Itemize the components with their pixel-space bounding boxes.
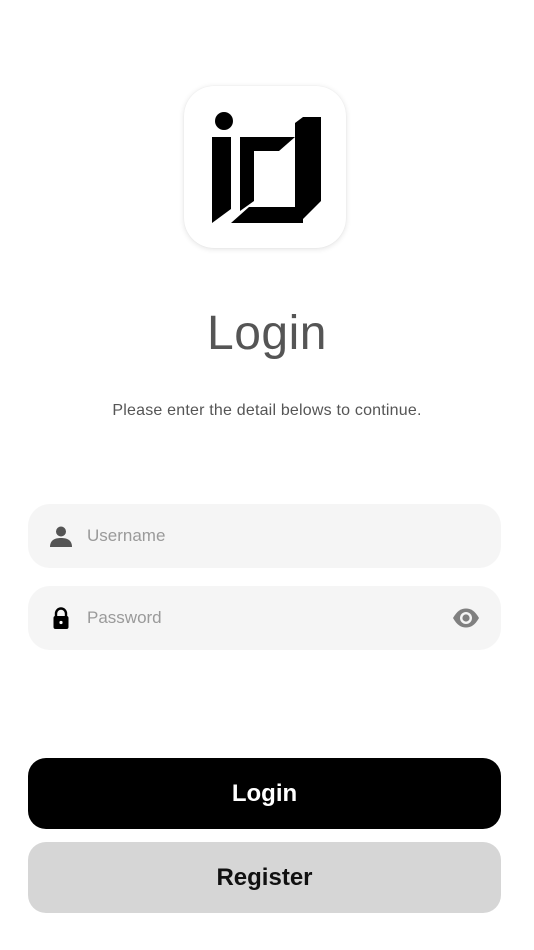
password-field[interactable] [28,586,501,650]
password-input[interactable] [87,598,451,638]
username-field[interactable] [28,504,501,568]
eye-icon[interactable] [451,603,481,633]
lock-icon [49,606,73,630]
brand-logo-icon [212,112,321,223]
app-logo [184,86,346,248]
page-subtitle: Please enter the detail belows to contin… [112,402,422,419]
register-button[interactable]: Register [28,842,501,913]
login-button[interactable]: Login [28,758,501,829]
person-icon [49,524,73,548]
page-title: Login [207,307,327,360]
username-input[interactable] [87,516,501,556]
